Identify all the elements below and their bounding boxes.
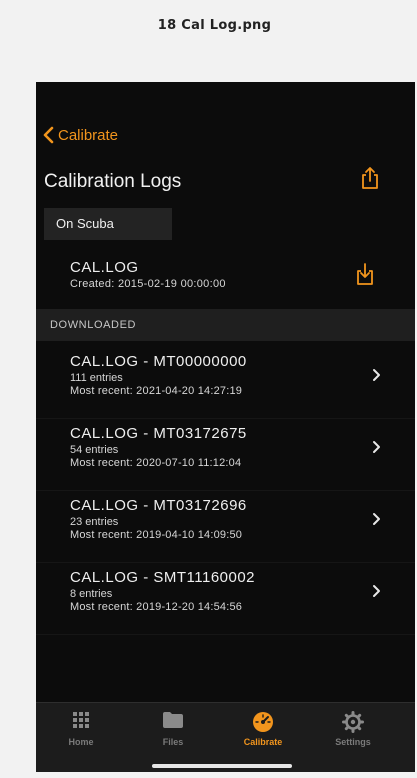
log-name: CAL.LOG - MT00000000 [70, 353, 247, 370]
file-created: Created: 2015-02-19 00:00:00 [70, 278, 226, 290]
tab-calibrate[interactable]: Calibrate [218, 703, 308, 753]
downloaded-log-row[interactable]: CAL.LOG - MT03172696 23 entries Most rec… [36, 490, 415, 563]
downloaded-log-row[interactable]: CAL.LOG - MT03172675 54 entries Most rec… [36, 418, 415, 491]
folder-icon [163, 712, 183, 728]
phone-screen: Calibrate Calibration Logs On Scuba CAL.… [36, 82, 415, 772]
back-button[interactable]: Calibrate [42, 126, 118, 144]
log-name: CAL.LOG - MT03172696 [70, 497, 247, 514]
downloaded-log-row[interactable]: CAL.LOG - SMT11160002 8 entries Most rec… [36, 562, 415, 635]
file-name: CAL.LOG [70, 259, 139, 276]
tab-settings[interactable]: Settings [308, 703, 398, 753]
log-entries: 8 entries [70, 588, 113, 600]
downloaded-section-header: DOWNLOADED [36, 309, 415, 341]
image-caption: 18 Cal Log.png [157, 18, 272, 33]
tab-label: Home [68, 737, 94, 747]
gauge-icon [253, 712, 273, 732]
log-entries: 54 entries [70, 444, 119, 456]
log-name: CAL.LOG - SMT11160002 [70, 569, 256, 586]
download-button[interactable] [354, 262, 376, 291]
chevron-right-icon [373, 585, 380, 597]
log-name: CAL.LOG - MT03172675 [70, 425, 247, 442]
chevron-right-icon [373, 513, 380, 525]
log-recent: Most recent: 2021-04-20 14:27:19 [70, 385, 243, 397]
log-entries: 23 entries [70, 516, 119, 528]
log-entries: 111 entries [70, 372, 123, 384]
tab-bar: Home Files Calibrate Settings [36, 702, 415, 772]
tab-label: Files [162, 737, 184, 747]
downloaded-log-row[interactable]: CAL.LOG - MT00000000 111 entries Most re… [36, 346, 415, 419]
chevron-right-icon [373, 441, 380, 453]
grid-icon [73, 712, 89, 728]
share-button[interactable] [359, 166, 381, 195]
log-recent: Most recent: 2019-04-10 14:09:50 [70, 529, 243, 541]
log-recent: Most recent: 2020-07-10 11:12:04 [70, 457, 242, 469]
tab-label: Calibrate [243, 737, 283, 747]
home-indicator [152, 764, 292, 768]
gear-icon [342, 711, 364, 733]
back-button-label: Calibrate [58, 126, 119, 144]
tab-label: Settings [335, 737, 371, 747]
on-scuba-tab[interactable]: On Scuba [44, 208, 172, 240]
tab-files[interactable]: Files [128, 703, 218, 753]
download-icon [357, 263, 373, 285]
on-scuba-file-row[interactable]: CAL.LOG Created: 2015-02-19 00:00:00 [36, 242, 415, 298]
chevron-right-icon [373, 369, 380, 381]
share-icon [362, 167, 378, 189]
page-title: Calibration Logs [44, 171, 182, 192]
chevron-left-icon [43, 126, 54, 144]
log-recent: Most recent: 2019-12-20 14:54:56 [70, 601, 243, 613]
tab-home[interactable]: Home [36, 703, 126, 753]
